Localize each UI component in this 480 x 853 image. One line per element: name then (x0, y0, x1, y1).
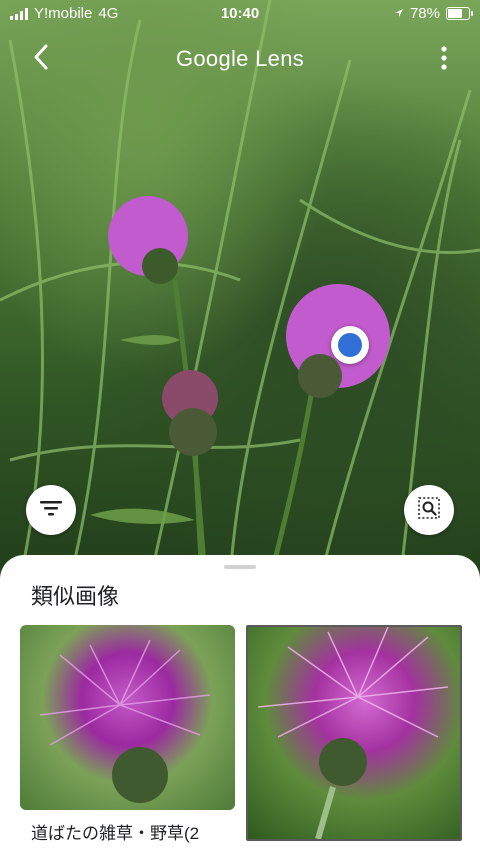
image-search-button[interactable] (404, 485, 454, 535)
sheet-drag-handle[interactable] (224, 565, 256, 569)
thistle-image-1 (39, 639, 211, 803)
battery-icon (446, 7, 473, 20)
camera-image[interactable] (0, 0, 480, 580)
app-title: Google Lens (175, 46, 305, 71)
status-bar: Y!mobile 4G 10:40 78% (0, 0, 480, 28)
object-selection-dot[interactable] (331, 326, 369, 364)
battery-percent: 78% (409, 5, 440, 22)
result-thumbnail-1[interactable] (20, 625, 235, 810)
thistle-image-2 (257, 627, 449, 839)
similar-images-heading: 類似画像 (31, 584, 120, 609)
more-vert-icon[interactable] (438, 44, 450, 72)
result-caption-1[interactable]: 道ばたの雑草・野草(2 (31, 819, 199, 844)
results-sheet[interactable]: 類似画像 道ばたの雑草・野草(2 (0, 555, 480, 853)
image-search-icon (417, 496, 441, 525)
top-app-bar: Google Lens (0, 38, 480, 78)
result-thumbnail-2[interactable] (246, 625, 462, 841)
battery-level (448, 9, 462, 18)
filter-icon (40, 500, 62, 521)
filter-button[interactable] (26, 485, 76, 535)
location-arrow-icon (394, 5, 404, 22)
thistle-photo (0, 0, 480, 580)
